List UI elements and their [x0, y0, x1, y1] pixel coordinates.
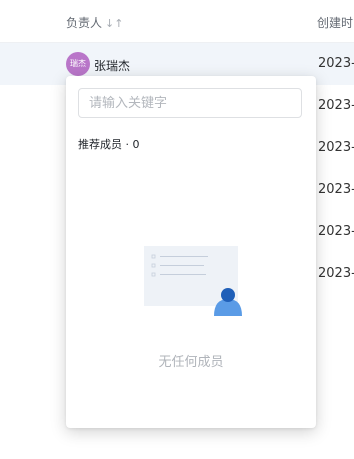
created-date: 2023- [318, 98, 354, 113]
created-date: 2023- [318, 182, 354, 197]
column-header-owner[interactable]: 负责人 ↓↑ [66, 14, 123, 31]
recommended-members-title: 推荐成员 · 0 [78, 138, 140, 151]
sort-icon[interactable]: ↓↑ [105, 17, 123, 30]
person-head [221, 288, 235, 302]
owner-avatar[interactable]: 瑞杰 [66, 52, 90, 76]
member-search-input[interactable] [78, 88, 302, 118]
empty-state-text: 无任何成员 [158, 355, 224, 370]
created-date: 2023- [318, 56, 354, 71]
list-line [160, 265, 204, 266]
created-date: 2023- [318, 140, 354, 155]
created-date: 2023- [318, 224, 354, 239]
column-header-created[interactable]: 创建时 [317, 14, 353, 31]
member-picker-popover: 推荐成员 · 0 无任何成员 [66, 76, 316, 428]
table-header: 负责人 ↓↑ 创建时 [0, 0, 354, 43]
empty-members-illustration [144, 246, 242, 316]
list-line [160, 274, 206, 275]
owner-name[interactable]: 张瑞杰 [94, 57, 130, 74]
list-line [160, 256, 208, 257]
column-header-owner-label: 负责人 [66, 16, 103, 30]
created-date: 2023- [318, 266, 354, 281]
